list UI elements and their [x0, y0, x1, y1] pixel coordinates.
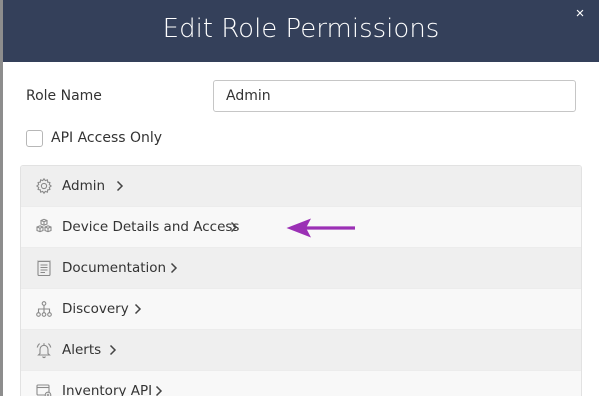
- permission-item-admin[interactable]: Admin: [21, 166, 581, 207]
- permission-item-discovery[interactable]: Discovery: [21, 289, 581, 330]
- gear-icon: [35, 177, 53, 195]
- permission-label: Documentation: [62, 260, 167, 276]
- edit-role-dialog: Edit Role Permissions × Role Name API Ac…: [3, 0, 599, 396]
- permission-item-documentation[interactable]: Documentation: [21, 248, 581, 289]
- role-name-label: Role Name: [26, 88, 102, 104]
- chevron-right-icon: [115, 180, 125, 192]
- permission-label: Discovery: [62, 301, 129, 317]
- chevron-right-icon: [169, 262, 179, 274]
- permission-label: Device Details and Access: [62, 219, 240, 235]
- api-access-label: API Access Only: [51, 130, 163, 146]
- dialog-header: Edit Role Permissions ×: [3, 0, 599, 62]
- permission-list: Admin Device Details and Access Document…: [20, 165, 582, 396]
- role-name-input[interactable]: [213, 80, 576, 112]
- dialog-title: Edit Role Permissions: [162, 14, 440, 44]
- chevron-right-icon: [133, 303, 143, 315]
- chevron-right-icon: [154, 385, 164, 396]
- document-icon: [35, 259, 53, 277]
- chevron-right-icon: [229, 221, 239, 233]
- network-icon: [35, 300, 53, 318]
- close-button[interactable]: ×: [573, 5, 587, 23]
- annotation-arrow: [286, 218, 355, 238]
- permission-item-inventory-api[interactable]: Inventory API: [21, 371, 581, 396]
- permission-label: Inventory API: [62, 383, 153, 396]
- api-access-checkbox[interactable]: [26, 130, 43, 147]
- api-icon: [35, 382, 53, 396]
- chevron-right-icon: [108, 344, 118, 356]
- permission-label: Alerts: [62, 342, 102, 358]
- cubes-icon: [35, 218, 53, 236]
- bell-icon: [35, 341, 53, 359]
- permission-label: Admin: [62, 178, 106, 194]
- permission-item-alerts[interactable]: Alerts: [21, 330, 581, 371]
